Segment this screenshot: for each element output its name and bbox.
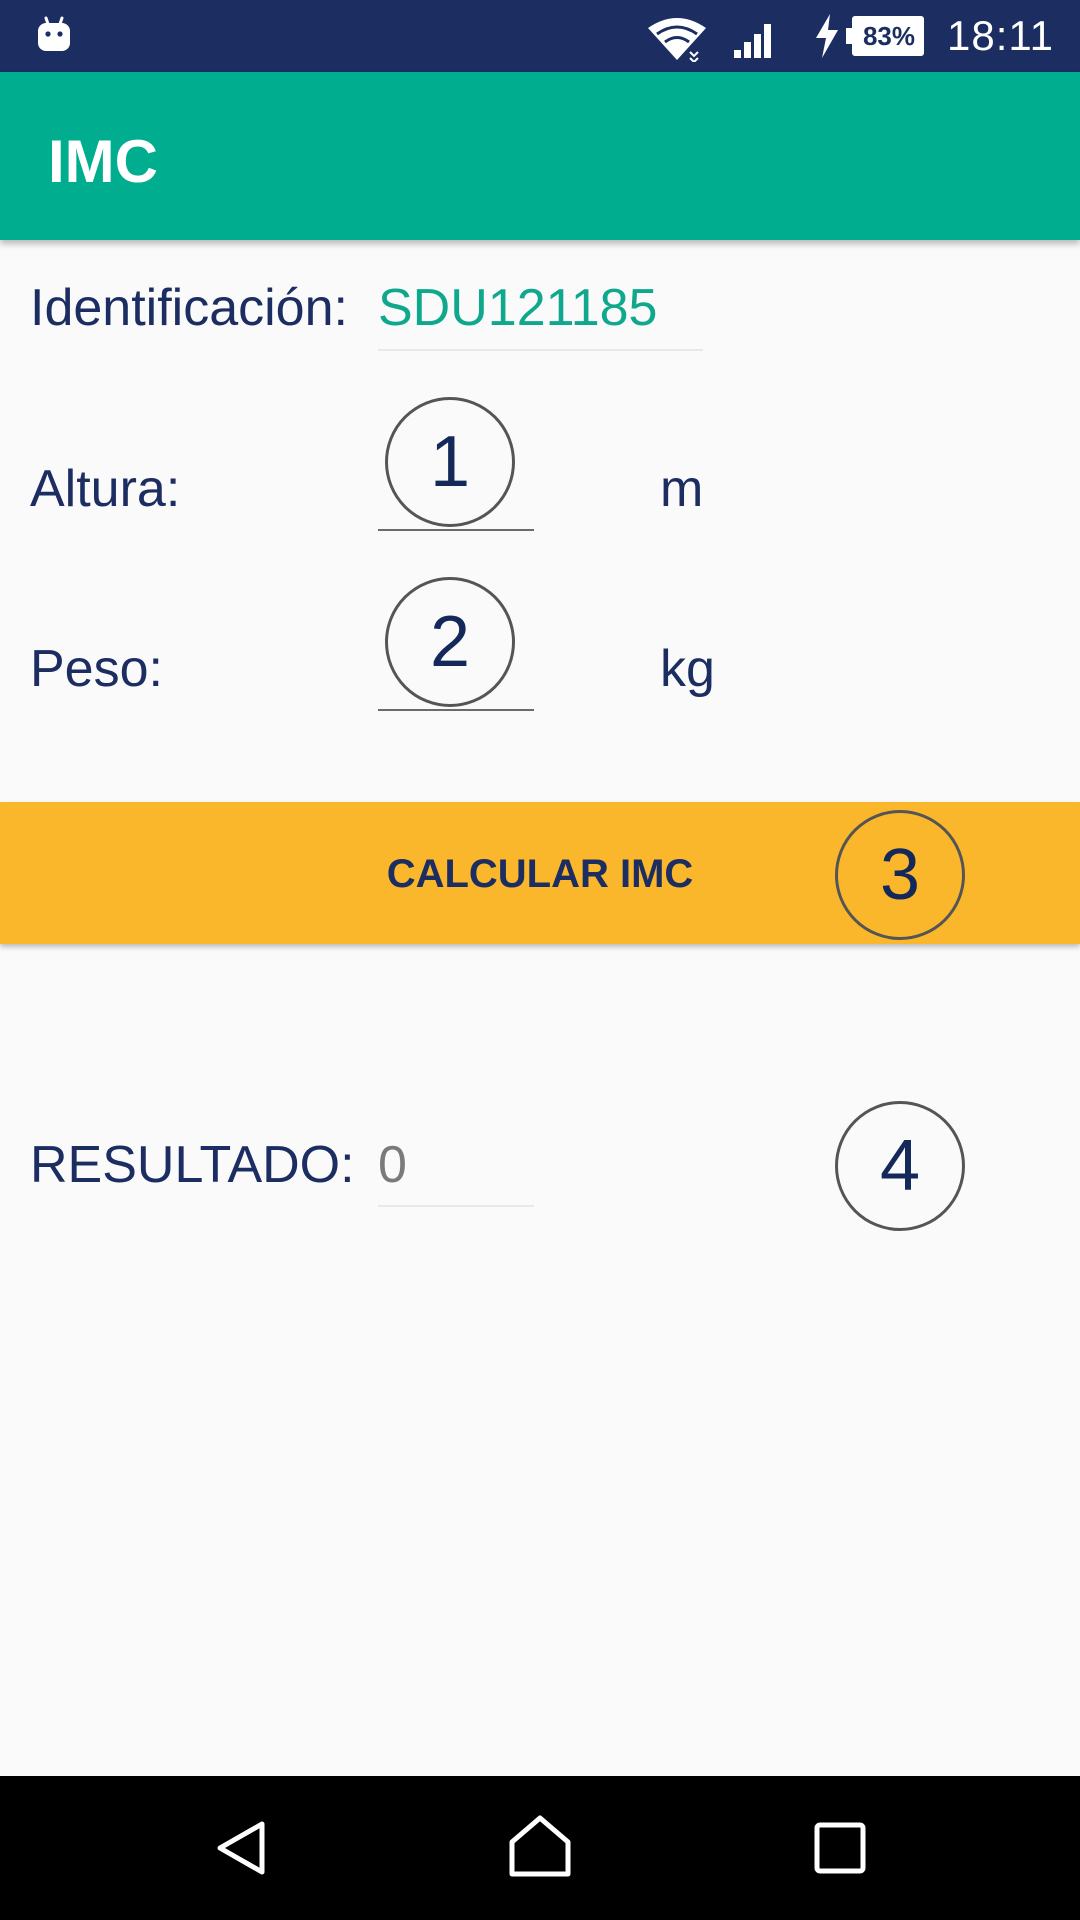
annotation-circle-3: 3 — [835, 810, 965, 940]
wifi-icon — [648, 18, 706, 62]
back-icon[interactable] — [212, 1818, 272, 1878]
result-label: RESULTADO: — [30, 1136, 355, 1194]
home-icon[interactable] — [508, 1814, 572, 1880]
charging-icon — [816, 14, 838, 58]
android-icon — [38, 16, 70, 51]
battery-icon: 83% — [846, 16, 926, 56]
status-time: 18:11 — [947, 12, 1054, 59]
height-unit: m — [660, 460, 704, 518]
weight-label: Peso: — [30, 640, 163, 698]
result-value: 0 — [378, 1136, 407, 1194]
annotation-circle-1: 1 — [385, 397, 515, 527]
id-label: Identificación: — [30, 279, 348, 337]
result-field-underline — [378, 1205, 534, 1207]
height-input-underline — [378, 529, 534, 531]
id-field-underline — [378, 349, 703, 351]
weight-unit: kg — [660, 640, 715, 698]
annotation-circle-4: 4 — [835, 1101, 965, 1231]
status-bar: 83% 18:11 — [0, 0, 1080, 72]
app-bar: IMC — [0, 72, 1080, 240]
navigation-bar — [0, 1776, 1080, 1920]
id-value: SDU121185 — [378, 279, 658, 337]
app-title: IMC — [48, 128, 158, 195]
height-label: Altura: — [30, 460, 181, 518]
signal-icon — [734, 24, 771, 58]
annotation-circle-2: 2 — [385, 577, 515, 707]
id-field[interactable]: SDU121185 — [378, 276, 703, 352]
battery-percent: 83% — [862, 21, 916, 51]
recents-icon[interactable] — [812, 1820, 868, 1876]
result-field: 0 — [378, 1133, 534, 1209]
weight-input-underline — [378, 709, 534, 711]
